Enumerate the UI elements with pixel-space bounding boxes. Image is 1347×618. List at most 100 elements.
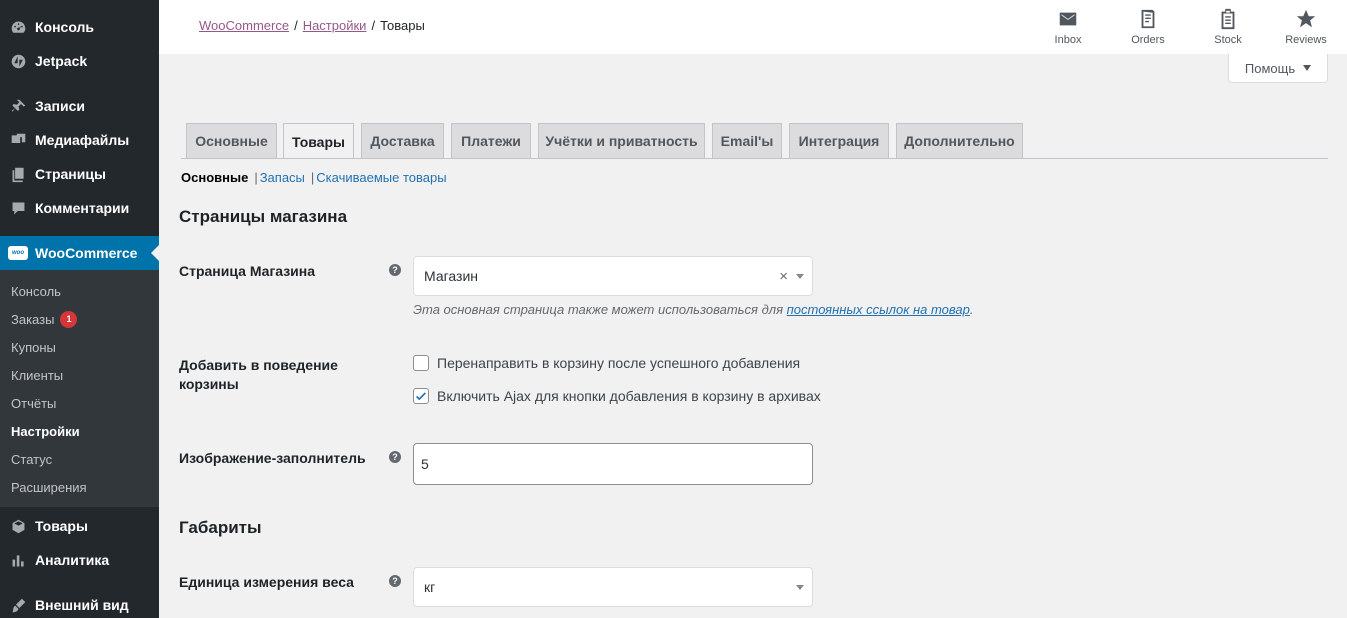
breadcrumb: WooCommerce / Настройки / Товары [199,18,425,33]
breadcrumb-woocommerce-link[interactable]: WooCommerce [199,18,289,33]
pin-icon [7,97,29,115]
placeholder-image-input[interactable]: 5 [413,443,813,485]
checkmark-icon [416,392,426,401]
menu-products[interactable]: Товары [0,509,159,543]
woocommerce-header: WooCommerce / Настройки / Товары Inbox O… [159,0,1347,54]
menu-posts[interactable]: Записи [0,89,159,123]
breadcrumb-separator: / [294,18,298,33]
menu-label: Jetpack [35,53,88,69]
menu-comments[interactable]: Комментарии [0,191,159,225]
jetpack-icon [7,52,29,70]
section-subnav: Основные | Запасы | Скачиваемые товары [181,170,447,185]
tabs-divider [181,158,1328,159]
inbox-icon [1059,12,1077,26]
tab-general[interactable]: Основные [186,123,277,158]
breadcrumb-settings-link[interactable]: Настройки [303,18,367,33]
weight-unit-value: кг [424,579,436,595]
activity-reviews-button[interactable]: Reviews [1276,8,1336,46]
ajax-add-to-cart-label: Включить Ajax для кнопки добавления в ко… [437,388,821,404]
tab-payments[interactable]: Платежи [451,123,531,158]
caret-down-icon [1303,65,1312,71]
shop-page-label: Страница Магазина [179,263,316,279]
submenu-coupons[interactable]: Купоны [11,337,56,357]
star-icon [1296,9,1316,28]
weight-unit-label: Единица измерения веса [179,574,354,590]
subnav-separator: | [310,170,315,185]
menu-jetpack[interactable]: Jetpack [0,44,159,78]
menu-label: Медиафайлы [35,132,130,148]
menu-console[interactable]: Консоль [0,10,159,44]
shop-page-value: Магазин [424,268,479,284]
placeholder-image-value: 5 [421,456,429,472]
menu-label: Внешний вид [35,597,129,613]
chart-icon [7,551,29,569]
tab-advanced[interactable]: Дополнительно [896,123,1023,158]
menu-media[interactable]: Медиафайлы [0,123,159,157]
clear-selection-icon[interactable]: × [779,268,788,285]
help-tip-icon[interactable]: ? [389,451,401,463]
help-tip-icon[interactable]: ? [389,575,401,587]
tab-shipping[interactable]: Доставка [361,123,444,158]
help-tip-icon[interactable]: ? [389,264,401,276]
subsection-general-current: Основные [181,170,249,185]
menu-label: Консоль [35,19,95,35]
subsection-inventory-link[interactable]: Запасы [260,170,305,185]
submenu-status[interactable]: Статус [11,449,52,469]
admin-sidebar: Консоль Jetpack Записи Медиафайлы Страни… [0,0,159,618]
activity-orders-button[interactable]: Orders [1118,8,1178,46]
comments-icon [7,199,29,217]
tab-products[interactable]: Товары [283,123,354,159]
breadcrumb-separator: / [371,18,376,33]
tab-accounts-privacy[interactable]: Учётки и приватность [538,123,705,158]
activity-stock-button[interactable]: Stock [1198,8,1258,46]
permalinks-link[interactable]: постоянных ссылок на товар [787,302,970,317]
menu-label: WooCommerce [35,245,138,261]
dropdown-arrow-icon [796,584,804,590]
ajax-add-to-cart-option[interactable]: Включить Ajax для кнопки добавления в ко… [413,388,821,404]
menu-appearance[interactable]: Внешний вид [0,588,159,618]
box-icon [7,517,29,535]
menu-woocommerce[interactable]: woo WooCommerce [0,236,159,270]
stock-icon [1221,8,1235,30]
shop-page-select[interactable]: Магазин × [413,256,813,296]
active-arrow-icon [151,245,159,261]
brush-icon [7,596,29,614]
activity-inbox-button[interactable]: Inbox [1038,8,1098,46]
submenu-customers[interactable]: Клиенты [11,365,63,385]
cart-behaviour-label: Добавить в поведение корзины [179,357,338,392]
shop-page-description: Эта основная страница также может исполь… [413,302,974,317]
activity-label: Reviews [1285,34,1327,46]
ajax-add-to-cart-checkbox[interactable] [413,388,429,404]
redirect-to-cart-label: Перенаправить в корзину после успешного … [437,355,801,371]
woocommerce-submenu: Консоль Заказы 1 Купоны Клиенты Отчёты На… [0,270,159,507]
menu-analytics[interactable]: Аналитика [0,543,159,577]
help-label: Помощь [1244,60,1296,76]
subsection-downloadable-link[interactable]: Скачиваемые товары [316,170,446,185]
subnav-separator: | [254,170,258,185]
orders-count-badge: 1 [60,310,78,328]
submenu-extensions[interactable]: Расширения [11,477,87,497]
menu-label: Записи [35,98,86,114]
pages-icon [7,165,29,183]
menu-pages[interactable]: Страницы [0,157,159,191]
weight-unit-select[interactable]: кг [413,567,813,607]
dropdown-arrow-icon [796,273,804,279]
redirect-to-cart-option[interactable]: Перенаправить в корзину после успешного … [413,355,800,371]
menu-label: Страницы [35,166,106,182]
submenu-orders[interactable]: Заказы 1 [11,309,78,329]
redirect-to-cart-checkbox[interactable] [413,355,429,371]
orders-icon [1141,9,1155,29]
tab-emails[interactable]: Email'ы [712,123,782,158]
breadcrumb-current: Товары [380,18,425,33]
activity-label: Inbox [1054,34,1082,46]
placeholder-image-label: Изображение-заполнитель [179,450,366,466]
woocommerce-logo-icon: woo [7,244,29,262]
submenu-reports[interactable]: Отчёты [11,393,56,413]
menu-label: Аналитика [35,552,110,568]
help-button[interactable]: Помощь [1228,54,1328,83]
dashboard-icon [7,18,29,36]
submenu-settings[interactable]: Настройки [11,421,80,441]
menu-label: Товары [35,518,88,534]
tab-integration[interactable]: Интеграция [789,123,889,158]
submenu-console[interactable]: Консоль [11,281,61,301]
